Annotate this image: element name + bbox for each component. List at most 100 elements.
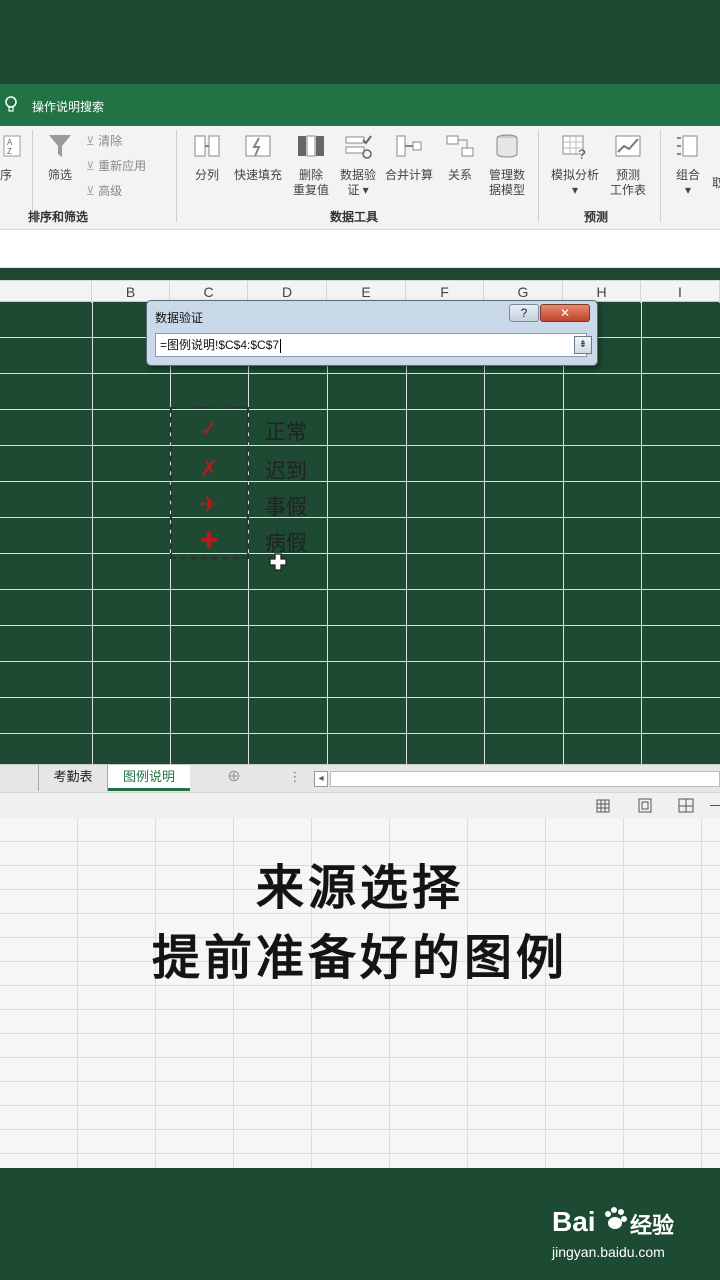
remove-duplicates-label-1: 删除 [298, 168, 323, 182]
forecast-sheet-button[interactable]: 预测 工作表 [604, 132, 652, 198]
remove-duplicates-label-2: 重复值 [292, 183, 329, 197]
clear-filter-button[interactable]: ⊻ 清除 [86, 132, 122, 149]
more-options-icon[interactable]: ⋮ [288, 765, 302, 791]
zoom-out-control[interactable] [710, 805, 720, 806]
what-if-label-1: 模拟分析 [550, 168, 599, 182]
sort-icon: AZ [3, 135, 21, 157]
source-reference-input[interactable]: =图例说明!$C$4:$C$7 ⇟ [155, 333, 592, 357]
manage-data-model-button[interactable]: 管理数 据模型 [482, 132, 532, 198]
group-label-1: 组合 [675, 168, 700, 182]
group-icon [677, 135, 698, 157]
column-header-i[interactable]: I [641, 281, 720, 303]
caption-line-2: 提前准备好的图例 [151, 930, 568, 986]
tell-me-text: 操作说明搜索 [32, 100, 105, 114]
formula-bar-area [0, 230, 720, 268]
flash-fill-icon [245, 135, 271, 157]
forecast-label-2: 工作表 [609, 183, 646, 197]
consolidate-button[interactable]: 合并计算 [382, 132, 436, 183]
consolidate-icon [396, 135, 422, 157]
ungroup-button[interactable]: 取 [712, 176, 720, 191]
what-if-analysis-button[interactable]: ? 模拟分析 ▾ [546, 132, 604, 198]
caption-overlay-area: 来源选择 提前准备好的图例 [0, 818, 720, 1168]
data-model-icon [496, 134, 518, 158]
filter-button[interactable]: 筛选 [40, 132, 80, 183]
paw-logo-icon [605, 1207, 627, 1229]
ungroup-label: 取 [712, 176, 720, 190]
reapply-button[interactable]: ⊻ 重新应用 [86, 157, 146, 174]
what-if-icon: ? [562, 135, 586, 162]
relationships-label: 关系 [447, 168, 472, 182]
group-button[interactable]: 组合 ▾ [668, 132, 708, 198]
page-break-view-icon[interactable] [678, 798, 694, 813]
text-to-columns-label: 分列 [194, 168, 219, 182]
advanced-filter-button[interactable]: ⊻ 高级 [86, 182, 122, 199]
dialog-help-button[interactable]: ? [509, 304, 539, 322]
text-caret [280, 338, 282, 353]
video-top-band [0, 0, 720, 84]
legend-symbol-personal-leave[interactable]: ✈ [174, 492, 244, 518]
legend-label-late[interactable]: 迟到 [265, 455, 307, 485]
forecast-group-label: 预测 [584, 210, 609, 224]
legend-label-normal[interactable]: 正常 [265, 416, 307, 446]
legend-label-personal-leave[interactable]: 事假 [265, 491, 307, 521]
normal-view-icon[interactable] [596, 799, 610, 813]
watermark-brand: Bai [552, 1206, 596, 1237]
cell-select-cursor-icon [269, 553, 287, 571]
horizontal-scrollbar[interactable] [330, 771, 720, 787]
sheet-tab-legend[interactable]: 图例说明 [108, 765, 190, 791]
advanced-filter-icon: ⊻ [86, 184, 95, 198]
ribbon-data-tab: AZ 排序 筛选 ⊻ 清除 ⊻ 重新应用 ⊻ 高级 排序和筛选 分列 快速填充 [0, 126, 720, 230]
reapply-label: 重新应用 [98, 159, 147, 173]
page-layout-view-icon[interactable] [638, 798, 652, 813]
reapply-icon: ⊻ [86, 159, 95, 173]
expand-dialog-icon[interactable]: ⇟ [574, 336, 592, 354]
forecast-label-1: 预测 [615, 168, 640, 182]
baidu-jingyan-watermark: Bai 经验 jingyan.baidu.com [550, 1206, 710, 1266]
what-if-label-2: ▾ [571, 183, 579, 197]
svg-text:?: ? [578, 146, 586, 160]
filter-label: 筛选 [47, 168, 72, 182]
legend-symbol-normal[interactable]: ✓ [174, 416, 244, 442]
scroll-left-icon[interactable]: ◂ [314, 771, 328, 787]
watermark-brand-cn: 经验 [630, 1214, 675, 1239]
flash-fill-label: 快速填充 [233, 168, 282, 182]
flash-fill-button[interactable]: 快速填充 [230, 132, 286, 183]
forecast-chart-icon [615, 135, 641, 157]
caption-line-1: 来源选择 [255, 860, 464, 916]
tell-me-bar[interactable]: 操作说明搜索 [0, 84, 720, 126]
advanced-label: 高级 [98, 184, 123, 198]
group-label-2: ▾ [684, 183, 692, 197]
data-tools-group-label: 数据工具 [330, 210, 379, 224]
data-validation-button[interactable]: 数据验 证 ▾ [336, 132, 380, 198]
source-reference-value: =图例说明!$C$4:$C$7 [160, 338, 280, 352]
column-header-row: B C D E F G H I [0, 280, 720, 303]
watermark-url: jingyan.baidu.com [552, 1244, 665, 1260]
clear-icon: ⊻ [86, 134, 95, 148]
clear-label: 清除 [98, 134, 123, 148]
svg-text:Z: Z [7, 147, 12, 156]
remove-duplicates-icon [298, 135, 324, 157]
legend-symbol-late[interactable]: ✗ [174, 456, 244, 482]
sheet-tab-bar: 考勤表 图例说明 ⊕ ⋮ ◂ [0, 764, 720, 792]
worksheet-grid[interactable] [0, 302, 720, 764]
data-validation-dialog: 数据验证 ? ✕ =图例说明!$C$4:$C$7 ⇟ [146, 300, 598, 366]
lightbulb-icon [5, 96, 17, 112]
legend-symbol-sick-leave[interactable]: ✚ [174, 528, 244, 554]
filter-funnel-icon [49, 135, 71, 157]
text-to-columns-button[interactable]: 分列 [188, 132, 226, 183]
remove-duplicates-button[interactable]: 删除 重复值 [290, 132, 332, 198]
add-sheet-icon[interactable]: ⊕ [222, 765, 246, 791]
relationships-button[interactable]: 关系 [442, 132, 478, 183]
status-bar [0, 792, 720, 818]
data-validation-icon [345, 135, 372, 159]
select-all-corner[interactable] [0, 281, 92, 303]
relationships-icon [446, 135, 474, 157]
dialog-close-button[interactable]: ✕ [540, 304, 590, 322]
manage-data-model-label-1: 管理数 [488, 168, 525, 182]
data-validation-label-2: 证 ▾ [347, 183, 369, 197]
sort-button[interactable]: AZ 排序 [0, 132, 24, 183]
sheet-tab-attendance[interactable]: 考勤表 [38, 765, 108, 791]
data-validation-label-1: 数据验 [339, 168, 376, 182]
consolidate-label: 合并计算 [384, 168, 433, 182]
sort-filter-group-label: 排序和筛选 [28, 210, 89, 224]
